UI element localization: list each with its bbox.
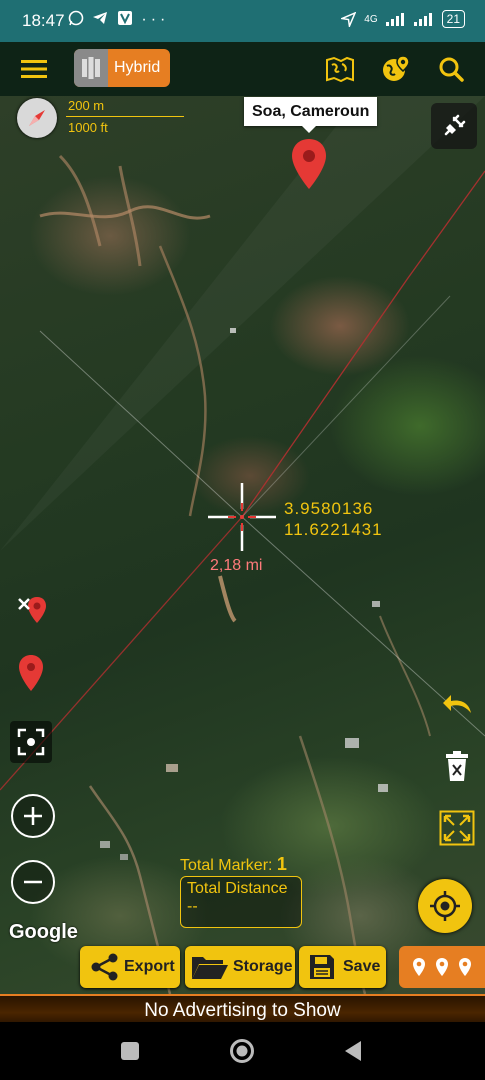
distance-readout: 2,18 mi — [210, 557, 263, 574]
signal-icon — [385, 13, 404, 26]
close-pin-icon — [18, 597, 46, 623]
storage-button[interactable]: Storage — [185, 946, 295, 988]
save-label: Save — [343, 958, 381, 975]
undo-icon — [443, 695, 471, 713]
latitude-readout: 3.9580136 — [284, 499, 374, 518]
red-pin-icon — [19, 655, 43, 691]
pin-icon — [459, 958, 471, 976]
trash-icon — [446, 751, 468, 781]
red-pin-icon — [292, 139, 326, 189]
total-distance-label: Total Distance — [187, 880, 288, 897]
marker-callout[interactable]: Soa, Cameroun — [244, 97, 378, 133]
hamburger-icon — [21, 60, 47, 78]
more-notifications-icon: ··· — [141, 11, 170, 28]
compass-needle-icon — [29, 110, 45, 126]
scale-metric: 200 m — [68, 98, 105, 113]
world-map-icon — [326, 56, 354, 82]
export-label: Export — [124, 958, 175, 975]
remove-marker-button[interactable] — [8, 586, 54, 632]
home-circle-icon — [230, 1039, 254, 1063]
markers-list-button[interactable] — [399, 946, 485, 988]
recents-button[interactable] — [120, 1041, 140, 1061]
longitude-readout: 11.6221431 — [284, 520, 383, 539]
folder-icon — [192, 957, 228, 979]
ad-banner: No Advertising to Show — [0, 994, 485, 1024]
search-icon — [439, 57, 464, 82]
crosshair — [208, 483, 276, 551]
share-icon — [91, 953, 118, 981]
compass-button[interactable] — [17, 98, 57, 138]
storage-label: Storage — [233, 958, 293, 975]
total-marker-stat: Total Marker: 1 — [180, 854, 287, 875]
total-marker-label: Total Marker: — [180, 857, 273, 874]
status-time: 18:47 — [22, 11, 65, 30]
recents-square-icon — [121, 1042, 139, 1060]
map-type-toggle[interactable]: Hybrid — [74, 49, 170, 87]
location-arrow-icon — [341, 11, 357, 27]
menu-button[interactable] — [14, 42, 54, 96]
satellite-map-icon — [74, 49, 108, 87]
zoom-out-button[interactable] — [11, 860, 55, 904]
pin-icon — [436, 958, 448, 976]
notification-icons: ··· — [68, 10, 169, 29]
system-indicators: 4G 21 — [341, 10, 465, 28]
system-nav-bar — [0, 1022, 485, 1080]
connect-button[interactable] — [431, 103, 477, 149]
total-marker-value: 1 — [276, 854, 287, 874]
back-button[interactable] — [343, 1040, 363, 1062]
vpn-app-icon — [117, 11, 132, 25]
globe-pin-icon — [383, 55, 410, 81]
app-toolbar — [0, 42, 485, 96]
crosshair-coordinates: 3.9580136 11.6221431 — [284, 498, 383, 540]
whatsapp-icon — [68, 10, 84, 26]
scale-imperial: 1000 ft — [68, 120, 108, 135]
focus-frame-icon — [17, 728, 45, 756]
save-button[interactable]: Save — [299, 946, 386, 988]
map-type-label: Hybrid — [114, 59, 161, 76]
plug-icon — [444, 114, 466, 136]
add-marker-button[interactable] — [8, 650, 54, 696]
delete-button[interactable] — [437, 746, 477, 786]
pin-icon — [413, 958, 425, 976]
export-button[interactable]: Export — [80, 946, 180, 988]
total-distance-box: Total Distance -- — [180, 876, 302, 928]
back-triangle-icon — [345, 1041, 361, 1061]
focus-button[interactable] — [10, 721, 52, 763]
signal-icon-2 — [413, 13, 432, 26]
total-distance-value: -- — [187, 898, 198, 915]
telegram-icon — [93, 12, 108, 24]
undo-button[interactable] — [437, 684, 477, 724]
search-button[interactable] — [431, 42, 471, 96]
home-button[interactable] — [229, 1038, 255, 1064]
globe-location-button[interactable] — [376, 42, 416, 96]
expand-arrows-icon — [439, 810, 475, 846]
google-attribution: Google — [9, 921, 78, 943]
zoom-in-button[interactable] — [11, 794, 55, 838]
gps-target-icon — [430, 891, 460, 921]
minus-icon — [24, 880, 42, 884]
fit-bounds-button[interactable] — [437, 808, 477, 848]
map-layers-button[interactable] — [320, 42, 360, 96]
battery-indicator: 21 — [441, 10, 465, 28]
status-bar: 18:47 ··· 4G 21 — [0, 0, 485, 42]
scale-bar — [66, 116, 184, 117]
my-location-button[interactable] — [418, 879, 472, 933]
floppy-disk-icon — [310, 955, 334, 979]
network-type: 4G — [364, 13, 378, 25]
map-marker-pin[interactable] — [290, 138, 328, 195]
plus-icon — [24, 807, 42, 825]
